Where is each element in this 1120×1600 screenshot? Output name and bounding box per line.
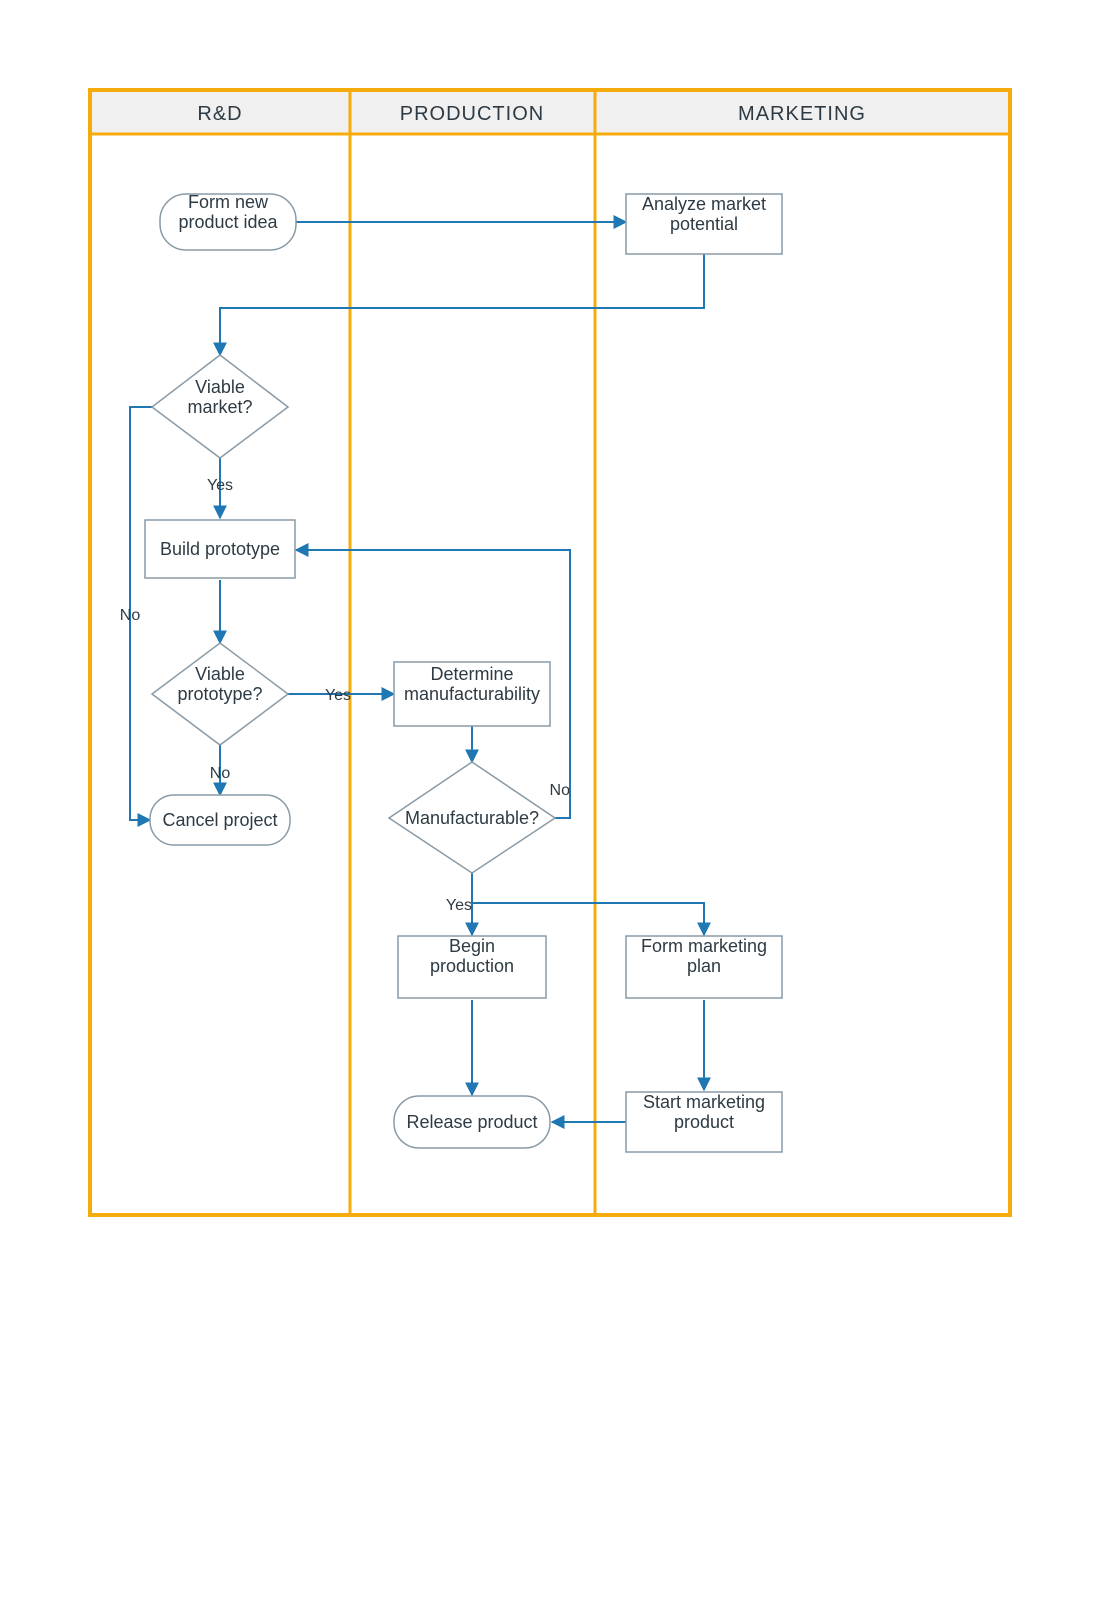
node-manufacturable: Manufacturable? [389, 762, 555, 873]
node-determine-mfg: Determinemanufacturability [394, 662, 550, 726]
lane-header-rd: R&D [197, 103, 242, 125]
node-viable-prototype: Viableprototype? [152, 643, 288, 745]
lane-header-marketing: MARKETING [738, 103, 866, 125]
label-viable-prototype-yes: Yes [325, 687, 351, 704]
node-analyze-market: Analyze marketpotential [626, 194, 782, 254]
node-cancel-project: Cancel project [150, 795, 290, 845]
svg-text:Cancel project: Cancel project [162, 810, 277, 830]
svg-text:Release product: Release product [406, 1112, 537, 1132]
svg-text:Build prototype: Build prototype [160, 539, 280, 559]
node-start-marketing: Start marketingproduct [626, 1092, 782, 1152]
label-viable-market-no: No [120, 607, 141, 624]
svg-text:Form newproduct idea: Form newproduct idea [178, 192, 278, 232]
label-viable-market-yes: Yes [207, 477, 233, 494]
node-form-marketing: Form marketingplan [626, 936, 782, 998]
label-viable-prototype-no: No [210, 765, 231, 782]
node-build-prototype: Build prototype [145, 520, 295, 578]
node-viable-market: Viablemarket? [152, 355, 288, 458]
nodes: Form newproduct idea Analyze marketpoten… [145, 192, 782, 1152]
lane-header-production: PRODUCTION [400, 103, 544, 125]
node-form-idea: Form newproduct idea [160, 192, 296, 250]
label-manufacturable-yes: Yes [446, 897, 472, 914]
svg-text:Manufacturable?: Manufacturable? [405, 808, 539, 828]
node-begin-production: Beginproduction [398, 936, 546, 998]
node-release-product: Release product [394, 1096, 550, 1148]
svg-text:Viablemarket?: Viablemarket? [187, 377, 252, 417]
label-manufacturable-no: No [550, 782, 571, 799]
swimlane-flowchart: R&D PRODUCTION MARKETING [0, 0, 1120, 1600]
